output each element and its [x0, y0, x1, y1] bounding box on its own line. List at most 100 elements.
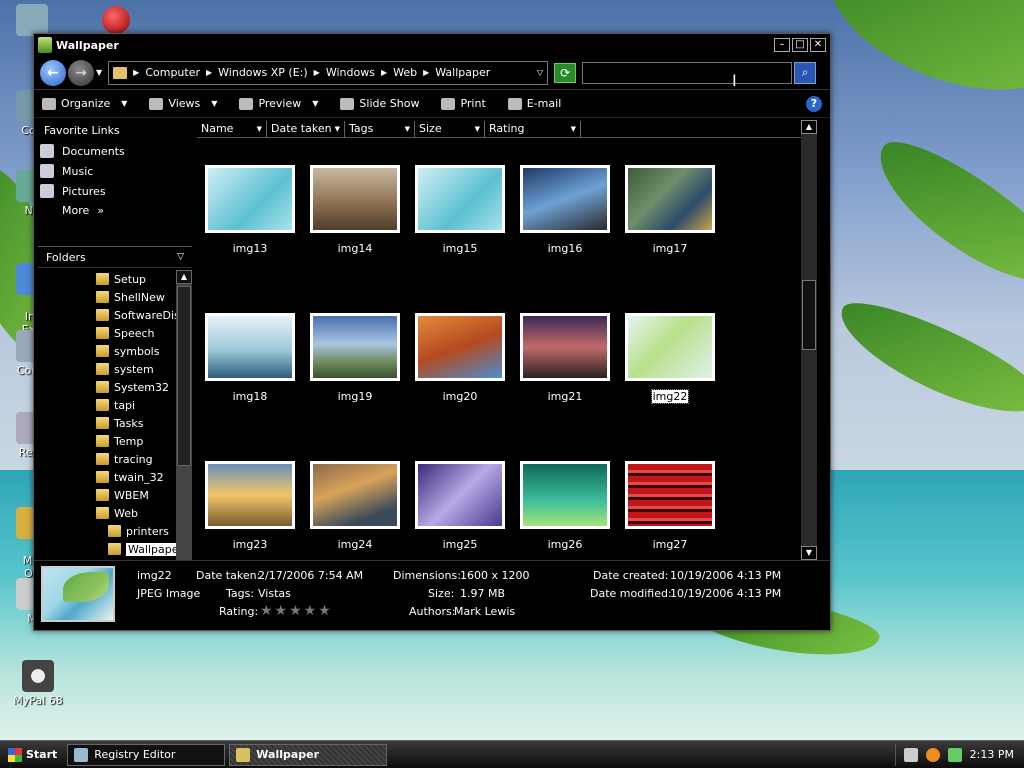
breadcrumb-computer[interactable]: Computer [145, 66, 200, 79]
file-item-selected[interactable]: img22 [624, 313, 716, 404]
favorite-pictures[interactable]: Pictures [34, 181, 192, 201]
chevron-down-icon[interactable]: ▼ [571, 125, 576, 133]
recent-pages-dropdown[interactable]: ▼ [96, 68, 102, 77]
file-item[interactable]: img24 [309, 461, 401, 551]
breadcrumb-separator[interactable]: ▶ [206, 68, 212, 77]
file-item[interactable]: img21 [519, 313, 611, 403]
breadcrumb-wallpaper[interactable]: Wallpaper [435, 66, 490, 79]
folder-icon [96, 471, 109, 483]
file-item[interactable]: img19 [309, 313, 401, 403]
folder-softwaredis[interactable]: SoftwareDis [38, 306, 176, 324]
organize-label: Organize [61, 97, 111, 110]
desktop-shortcut-icon[interactable] [102, 6, 130, 34]
search-input[interactable] [582, 61, 793, 84]
favorite-documents[interactable]: Documents [34, 141, 192, 161]
address-history-dropdown[interactable]: ▽ [537, 68, 543, 77]
refresh-button[interactable]: ⟳ [554, 62, 577, 83]
slideshow-button[interactable]: Slide Show [340, 97, 419, 110]
print-button[interactable]: Print [441, 97, 486, 110]
folders-header[interactable]: Folders ▽ [38, 246, 192, 268]
file-item[interactable]: img17 [624, 165, 716, 255]
clock[interactable]: 2:13 PM [970, 748, 1014, 761]
breadcrumb-web[interactable]: Web [393, 66, 417, 79]
file-item[interactable]: img25 [414, 461, 506, 551]
email-button[interactable]: E-mail [507, 97, 561, 110]
folder-setup[interactable]: Setup [38, 270, 176, 288]
start-button[interactable]: Start [2, 744, 63, 766]
file-item[interactable]: img23 [204, 461, 296, 551]
back-button[interactable]: ← [40, 59, 66, 86]
breadcrumb-windows[interactable]: Windows [326, 66, 375, 79]
preview-button[interactable]: Preview ▼ [239, 97, 318, 110]
address-bar[interactable]: ▶ Computer ▶ Windows XP (E:) ▶ Windows ▶… [108, 60, 549, 85]
scroll-down-arrow-icon[interactable]: ▼ [801, 546, 817, 560]
scrollbar-thumb[interactable] [802, 280, 816, 350]
folder-system32[interactable]: System32 [38, 378, 176, 396]
close-button[interactable]: ✕ [810, 38, 826, 52]
help-button[interactable]: ? [806, 95, 822, 112]
folder-wallpaper[interactable]: Wallpaper [38, 540, 176, 558]
folder-tree-scrollbar[interactable]: ▲ [176, 270, 192, 560]
folder-web[interactable]: Web [38, 504, 176, 522]
search-tray-icon[interactable] [925, 747, 940, 762]
favorite-music[interactable]: Music [34, 161, 192, 181]
file-item[interactable]: img26 [519, 461, 611, 551]
favorite-more[interactable]: More » [34, 201, 192, 220]
folder-twain32[interactable]: twain_32 [38, 468, 176, 486]
breadcrumb-drive[interactable]: Windows XP (E:) [218, 66, 308, 79]
breadcrumb-separator[interactable]: ▶ [314, 68, 320, 77]
file-item[interactable]: img20 [414, 313, 506, 403]
chevron-down-icon[interactable]: ▼ [475, 125, 480, 133]
detail-date-taken[interactable]: 2/17/2006 7:54 AM [258, 569, 363, 582]
file-list-scrollbar[interactable]: ▲ ▼ [801, 120, 817, 560]
taskbar-button-registry-editor[interactable]: Registry Editor [67, 743, 226, 766]
keyboard-icon[interactable] [903, 747, 918, 762]
file-item[interactable]: img14 [309, 165, 401, 255]
forward-button[interactable]: → [68, 59, 94, 86]
breadcrumb-separator[interactable]: ▶ [423, 68, 429, 77]
taskbar-button-wallpaper[interactable]: Wallpaper [229, 743, 388, 766]
breadcrumb-separator[interactable]: ▶ [381, 68, 387, 77]
network-tray-icon[interactable] [947, 747, 962, 762]
folder-printers[interactable]: printers [38, 522, 176, 540]
organize-button[interactable]: Organize ▼ [42, 97, 127, 110]
minimize-button[interactable]: – [774, 38, 790, 52]
folder-speech[interactable]: Speech [38, 324, 176, 342]
address-row: ← → ▼ ▶ Computer ▶ Windows XP (E:) ▶ Win… [34, 56, 830, 90]
detail-authors[interactable]: Mark Lewis [454, 605, 515, 618]
scroll-up-arrow-icon[interactable]: ▲ [801, 120, 817, 134]
breadcrumb-separator[interactable]: ▶ [133, 68, 139, 77]
detail-tags[interactable]: Vistas [258, 587, 291, 600]
folder-tracing[interactable]: tracing [38, 450, 176, 468]
title-bar[interactable]: Wallpaper – □ ✕ [34, 34, 830, 56]
print-label: Print [460, 97, 486, 110]
rating-stars[interactable]: ★★★★★ [260, 603, 333, 619]
folder-wbem[interactable]: WBEM [38, 486, 176, 504]
scrollbar-thumb[interactable] [177, 286, 191, 466]
column-rating[interactable]: Rating ▼ [485, 120, 581, 137]
search-button[interactable]: ⌕ [794, 61, 817, 84]
file-item[interactable]: img16 [519, 165, 611, 255]
desktop-icon-mypal[interactable]: MyPal 68 [8, 660, 68, 707]
folder-tapi[interactable]: tapi [38, 396, 176, 414]
file-item[interactable]: img18 [204, 313, 296, 403]
file-item[interactable]: img15 [414, 165, 506, 255]
chevron-down-icon[interactable]: ▼ [405, 125, 410, 133]
folder-tasks[interactable]: Tasks [38, 414, 176, 432]
chevron-down-icon[interactable]: ▼ [335, 125, 340, 133]
scroll-up-arrow-icon[interactable]: ▲ [176, 270, 192, 284]
preview-label: Preview [258, 97, 302, 110]
column-date-taken[interactable]: Date taken ▼ [267, 120, 345, 137]
views-button[interactable]: Views ▼ [149, 97, 217, 110]
folder-system[interactable]: system [38, 360, 176, 378]
maximize-button[interactable]: □ [792, 38, 808, 52]
file-item[interactable]: img13 [204, 165, 296, 255]
folder-shellnew[interactable]: ShellNew [38, 288, 176, 306]
chevron-down-icon[interactable]: ▼ [257, 125, 262, 133]
folder-temp[interactable]: Temp [38, 432, 176, 450]
column-tags[interactable]: Tags ▼ [345, 120, 415, 137]
column-size[interactable]: Size ▼ [415, 120, 485, 137]
file-item[interactable]: img27 [624, 461, 716, 551]
column-name[interactable]: Name ▼ [197, 120, 267, 137]
folder-symbols[interactable]: symbols [38, 342, 176, 360]
